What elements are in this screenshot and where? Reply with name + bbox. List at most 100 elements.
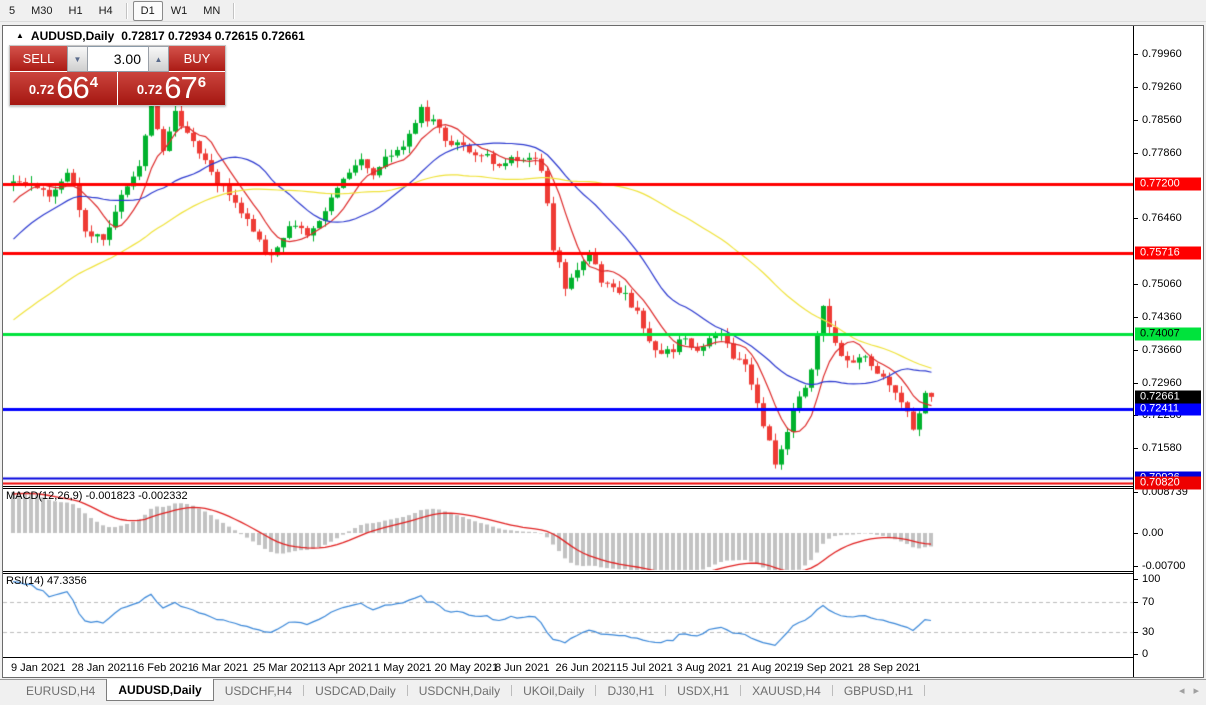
tab-scroll-right-icon[interactable]: ▸ <box>1193 684 1199 697</box>
price-axis-label: 0.79260 <box>1142 81 1182 94</box>
sell-price-prefix: 0.72 <box>28 82 55 97</box>
date-axis-label: 20 May 2021 <box>434 662 499 674</box>
chart-ohlc-values: 0.72817 0.72934 0.72615 0.72661 <box>121 29 305 43</box>
date-axis-label: 9 Jan 2021 <box>11 662 66 674</box>
axis-tick <box>1134 317 1138 319</box>
trading-terminal: { "toolbar": { "buttons": [ {"label": "5… <box>0 0 1206 705</box>
date-axis-label: 28 Jan 2021 <box>71 662 133 674</box>
rsi-axis-label: 30 <box>1142 625 1155 638</box>
macd-label: MACD(12,26,9) -0.001823 -0.002332 <box>6 490 188 502</box>
chart-canvas[interactable] <box>3 26 1133 657</box>
chart-tab-audusd-daily[interactable]: AUDUSD,Daily <box>106 679 214 701</box>
rsi-axis-label: 70 <box>1142 595 1155 608</box>
macd-axis-label: 0.00 <box>1142 527 1164 539</box>
one-click-trade-widget: SELL ▼ ▲ BUY 0.72 66 4 0.72 67 6 <box>9 45 226 106</box>
price-axis-label: 0.73660 <box>1142 343 1182 356</box>
rsi-axis-label: 100 <box>1142 573 1161 585</box>
price-axis-label: 0.71580 <box>1142 441 1182 454</box>
price-line-label: 0.74007 <box>1135 327 1201 341</box>
toolbar-separator <box>233 2 236 19</box>
tab-strip: EURUSD,H4 AUDUSD,Daily USDCHF,H4 USDCAD,Dai… <box>0 679 1206 701</box>
toolbar-separator <box>125 2 128 19</box>
timeframe-button-h1[interactable]: H1 <box>61 1 91 21</box>
axis-tick <box>1134 152 1138 154</box>
volume-input[interactable] <box>88 46 148 72</box>
price-axis-label: 0.74360 <box>1142 311 1182 324</box>
timeframe-button-mn[interactable]: MN <box>195 1 228 21</box>
rsi-label: RSI(14) 47.3356 <box>6 575 87 587</box>
axis-tick <box>1134 654 1138 655</box>
chart-window: 9 Jan 2021 28 Jan 2021 16 Feb 2021 6 Mar 20… <box>2 25 1204 678</box>
macd-pane-separator-2 <box>3 488 1203 489</box>
buy-price-big: 67 <box>164 70 197 105</box>
axis-tick <box>1134 533 1138 534</box>
volume-decrease-button[interactable]: ▼ <box>67 46 88 72</box>
date-axis-label: 13 Apr 2021 <box>313 662 373 674</box>
date-axis-label: 1 May 2021 <box>374 662 432 674</box>
trade-widget-price-row: 0.72 66 4 0.72 67 6 <box>10 72 225 105</box>
chart-tab-ukoil-daily[interactable]: UKOil,Daily <box>512 680 595 701</box>
chart-tab-usdchf-h4[interactable]: USDCHF,H4 <box>214 680 303 701</box>
axis-tick <box>1134 119 1138 121</box>
price-axis-label: 0.76460 <box>1142 212 1182 225</box>
tab-scroll-left-icon[interactable]: ◂ <box>1179 684 1185 697</box>
sell-price-panel[interactable]: 0.72 66 4 <box>10 72 118 105</box>
date-axis-label: 3 Aug 2021 <box>676 662 733 674</box>
spinner-up-icon: ▲ <box>154 54 163 64</box>
timeframe-button-h4[interactable]: H4 <box>91 1 121 21</box>
timeframe-button-5[interactable]: 5 <box>1 1 23 21</box>
date-axis-label: 21 Aug 2021 <box>737 662 799 674</box>
price-axis-label: 0.72960 <box>1142 376 1182 389</box>
collapse-icon[interactable]: ▲ <box>16 31 24 40</box>
date-axis-label: 8 Jun 2021 <box>495 662 550 674</box>
date-axis-label: 6 Mar 2021 <box>192 662 249 674</box>
chart-symbol-period: AUDUSD,Daily <box>30 29 115 43</box>
chart-tab-usdcad-daily[interactable]: USDCAD,Daily <box>304 680 407 701</box>
date-axis[interactable]: 9 Jan 2021 28 Jan 2021 16 Feb 2021 6 Mar 20… <box>3 657 1203 677</box>
chart-tab-xauusd-h4[interactable]: XAUUSD,H4 <box>741 680 832 701</box>
axis-tick <box>1134 284 1138 286</box>
price-axis-label: 0.77860 <box>1142 146 1182 159</box>
date-axis-label: 9 Sep 2021 <box>797 662 854 674</box>
price-line-label: 0.70820 <box>1135 476 1201 490</box>
axis-tick <box>1134 54 1138 56</box>
axis-tick <box>1134 447 1138 449</box>
chart-tab-eurusd-h4[interactable]: EURUSD,H4 <box>15 680 106 701</box>
chart-tab-gbpusd-h1[interactable]: GBPUSD,H1 <box>833 680 924 701</box>
date-axis-label: 15 Jul 2021 <box>616 662 673 674</box>
date-axis-label: 28 Sep 2021 <box>858 662 921 674</box>
axis-tick <box>1134 491 1138 493</box>
sell-price-pip: 4 <box>89 74 99 91</box>
volume-increase-button[interactable]: ▲ <box>148 46 169 72</box>
buy-button[interactable]: BUY <box>169 46 225 72</box>
timeframe-button-w1[interactable]: W1 <box>163 1 196 21</box>
sell-button[interactable]: SELL <box>10 46 67 72</box>
axis-tick <box>1134 87 1138 89</box>
timeframe-button-d1[interactable]: D1 <box>132 0 163 21</box>
chart-tab-usdcnh-daily[interactable]: USDCNH,Daily <box>408 680 511 701</box>
price-line-label: 0.77200 <box>1135 177 1201 191</box>
buy-price-pip: 6 <box>197 74 207 91</box>
date-axis-label: 26 Jun 2021 <box>555 662 617 674</box>
buy-price-prefix: 0.72 <box>136 82 163 97</box>
sell-price-big: 66 <box>56 70 89 105</box>
axis-tick <box>1134 631 1138 633</box>
price-line-label: 0.72411 <box>1135 402 1201 416</box>
rsi-pane-separator <box>3 571 1203 572</box>
axis-tick <box>1134 218 1138 220</box>
chart-tab-dj30-h1[interactable]: DJ30,H1 <box>596 680 665 701</box>
rsi-pane-separator-2 <box>3 573 1203 574</box>
timeframe-toolbar: 5 M30 H1 H4 D1 W1 MN <box>0 0 1206 22</box>
price-axis[interactable]: 0.79960 0.79260 0.78560 0.77860 0.76460 0.750… <box>1133 26 1203 677</box>
timeframe-button-m30[interactable]: M30 <box>23 1 60 21</box>
price-axis-label: 0.78560 <box>1142 113 1182 126</box>
buy-price-panel[interactable]: 0.72 67 6 <box>118 72 225 105</box>
date-axis-label: 16 Feb 2021 <box>132 662 194 674</box>
macd-axis-label: -0.00700 <box>1142 559 1186 572</box>
chart-title: ▲ AUDUSD,Daily 0.72817 0.72934 0.72615 0… <box>16 29 305 43</box>
axis-tick <box>1134 349 1138 351</box>
chart-tab-usdx-h1[interactable]: USDX,H1 <box>666 680 740 701</box>
macd-pane-separator <box>3 486 1203 487</box>
price-axis-label: 0.75060 <box>1142 278 1182 291</box>
axis-tick <box>1134 382 1138 384</box>
